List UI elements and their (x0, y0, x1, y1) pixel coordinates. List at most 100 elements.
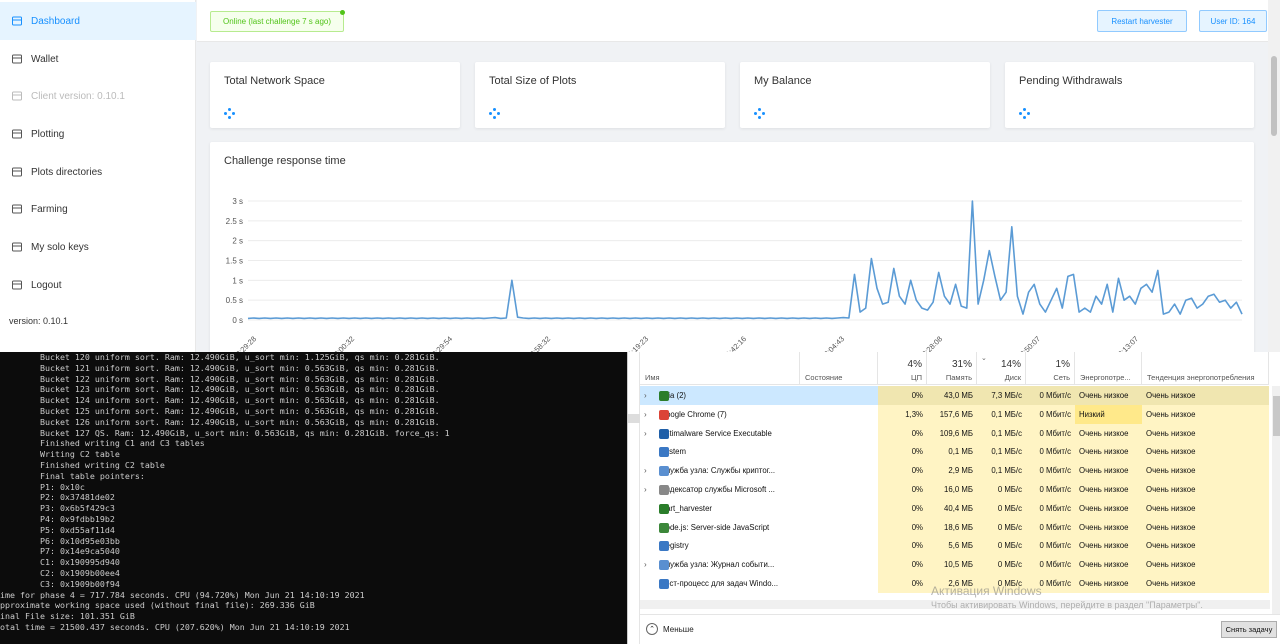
process-power: Очень низкое (1075, 423, 1142, 443)
process-power-trend: Очень низкое (1142, 574, 1269, 593)
sidebar-item-label: Plotting (31, 128, 65, 140)
col-power-trend-header[interactable]: Тенденция энергопотребления (1142, 352, 1269, 385)
process-network: 0 Мбит/с (1026, 517, 1075, 537)
process-row[interactable]: Индексатор службы Microsoft ... 0% 16,0 МБ… (640, 480, 1269, 499)
process-disk: 0 МБ/с (977, 480, 1026, 499)
sidebar-item-label: Logout (31, 279, 62, 291)
restart-harvester-button[interactable]: Restart harvester (1097, 10, 1187, 32)
process-power: Очень низкое (1075, 536, 1142, 556)
harvester-dashboard: Dashboard Wallet Client version: 0.10.1 Plo… (0, 0, 1280, 352)
process-icon (659, 503, 669, 514)
sidebar-item-label: Wallet (31, 53, 59, 65)
sidebar-item-farming[interactable]: Farming (0, 190, 196, 228)
sidebar-item-label: Client version: 0.10.1 (31, 90, 125, 102)
process-network: 0 Мбит/с (1026, 555, 1075, 575)
loading-spinner-icon (224, 108, 235, 119)
end-task-button[interactable]: Снять задачу (1221, 621, 1277, 638)
expand-chevron-icon[interactable]: › (644, 386, 647, 405)
col-memory-header[interactable]: 31% Память (927, 352, 977, 385)
x-tick-label: 01:19:23 (623, 334, 650, 352)
process-power: Очень низкое (1075, 574, 1142, 593)
process-cpu: 0% (878, 423, 927, 443)
process-power-trend: Очень низкое (1142, 555, 1269, 575)
page-scrollbar-thumb[interactable] (1271, 56, 1277, 136)
expand-chevron-icon[interactable]: › (644, 424, 647, 443)
wallet-icon (11, 53, 23, 65)
sidebar-item-plotting[interactable]: Plotting (0, 115, 196, 153)
process-row[interactable]: Служба узла: Службы криптог... 0% 2,9 МБ 0,… (640, 461, 1269, 481)
withdrawals-title: Pending Withdrawals (1019, 75, 1123, 87)
process-icon (659, 428, 669, 439)
process-memory: 0,1 МБ (927, 442, 977, 462)
loading-spinner-icon (754, 108, 765, 119)
expand-chevron-icon[interactable]: › (644, 461, 647, 480)
online-status-badge: Online (last challenge 7 s ago) (210, 10, 345, 32)
process-power: Очень низкое (1075, 386, 1142, 405)
process-memory: 5,6 МБ (927, 536, 977, 556)
collapse-up-icon: ⌃ (646, 623, 658, 635)
sidebar-item-my-solo-keys[interactable]: My solo keys (0, 228, 196, 266)
user-icon (11, 279, 23, 291)
process-icon (659, 466, 669, 477)
process-power-trend: Очень низкое (1142, 386, 1269, 405)
col-status-header[interactable]: Состояние (800, 352, 878, 385)
process-status (800, 480, 878, 499)
sidebar-item-wallet[interactable]: Wallet (0, 40, 196, 78)
process-memory: 40,4 МБ (927, 498, 977, 518)
sort-chevron-icon: ⌄ (981, 355, 987, 362)
sidebar-item-label: Farming (31, 203, 68, 215)
sidebar-item-client-version-0-10-1[interactable]: Client version: 0.10.1 (0, 77, 196, 115)
sidebar-item-logout[interactable]: Logout (0, 266, 196, 304)
col-cpu-header[interactable]: 4% ЦП (878, 352, 927, 385)
process-icon (659, 579, 669, 589)
folder-icon (11, 166, 23, 178)
vertical-scrollbar[interactable] (1272, 386, 1280, 626)
sidebar-item-plots-directories[interactable]: Plots directories (0, 153, 196, 191)
process-cpu: 0% (878, 574, 927, 593)
status-dot-icon (340, 10, 345, 15)
process-cpu: 0% (878, 555, 927, 575)
expand-chevron-icon[interactable]: › (644, 480, 647, 499)
keys-icon (11, 241, 23, 253)
farming-icon (11, 203, 23, 215)
process-row[interactable]: Node.js: Server-side JavaScript 0% 18,6 МБ… (640, 517, 1269, 537)
loading-spinner-icon (489, 108, 500, 119)
fewer-details-button[interactable]: ⌃ Меньше (646, 623, 694, 635)
balance-card: My Balance (740, 62, 990, 128)
sidebar-item-label: My solo keys (31, 241, 89, 253)
y-tick-label: 2.5 s (226, 217, 243, 226)
col-power-header[interactable]: Энергопотре... (1075, 352, 1142, 385)
col-network-header[interactable]: 1% Сеть (1026, 352, 1075, 385)
process-row[interactable]: Служба узла: Журнал событи... 0% 10,5 МБ 0 … (640, 555, 1269, 575)
process-row[interactable]: Antimalware Service Executable 0% 109,6 МБ… (640, 423, 1269, 443)
expand-chevron-icon[interactable]: › (644, 405, 647, 424)
main-content: Online (last challenge 7 s ago) Restart … (197, 0, 1268, 352)
process-row[interactable]: Google Chrome (7) 1,3% 157,6 МБ 0,1 МБ/с 0 М… (640, 404, 1269, 424)
vertical-scrollbar-thumb[interactable] (1273, 396, 1280, 436)
process-power-trend: Очень низкое (1142, 404, 1269, 424)
y-tick-label: 0.5 s (226, 296, 243, 305)
process-disk: 0,1 МБ/с (977, 442, 1026, 462)
process-power-trend: Очень низкое (1142, 480, 1269, 499)
page-scrollbar[interactable] (1268, 0, 1280, 352)
expand-chevron-icon[interactable]: › (644, 555, 647, 574)
process-memory: 10,5 МБ (927, 555, 977, 575)
process-power-trend: Очень низкое (1142, 517, 1269, 537)
process-network: 0 Мбит/с (1026, 404, 1075, 424)
process-network: 0 Мбит/с (1026, 480, 1075, 499)
process-status (800, 424, 878, 443)
process-row[interactable]: System 0% 0,1 МБ 0,1 МБ/с 0 Мбит/с Очень низк… (640, 442, 1269, 462)
online-status-text: Online (last challenge 7 s ago) (222, 17, 332, 26)
y-tick-label: 0 s (232, 316, 243, 325)
x-tick-label: 23:29:28 (231, 334, 258, 352)
col-disk-header[interactable]: 14% Диск ⌄ (977, 352, 1026, 385)
process-row[interactable]: chia (2) 0% 43,0 МБ 7,3 МБ/с 0 Мбит/с Очень н… (640, 386, 1269, 405)
process-row[interactable]: Registry 0% 5,6 МБ 0 МБ/с 0 Мбит/с Очень низк… (640, 536, 1269, 556)
process-disk: 0 МБ/с (977, 517, 1026, 537)
sidebar-item-dashboard[interactable]: Dashboard (0, 2, 196, 40)
process-row[interactable]: start_harvester 0% 40,4 МБ 0 МБ/с 0 Мбит/с Оч… (640, 498, 1269, 518)
col-name-header[interactable]: Имя (640, 352, 800, 385)
sidebar: Dashboard Wallet Client version: 0.10.1 Plo… (0, 0, 196, 352)
process-cpu: 0% (878, 461, 927, 481)
user-id-button[interactable]: User ID: 164 (1199, 10, 1267, 32)
